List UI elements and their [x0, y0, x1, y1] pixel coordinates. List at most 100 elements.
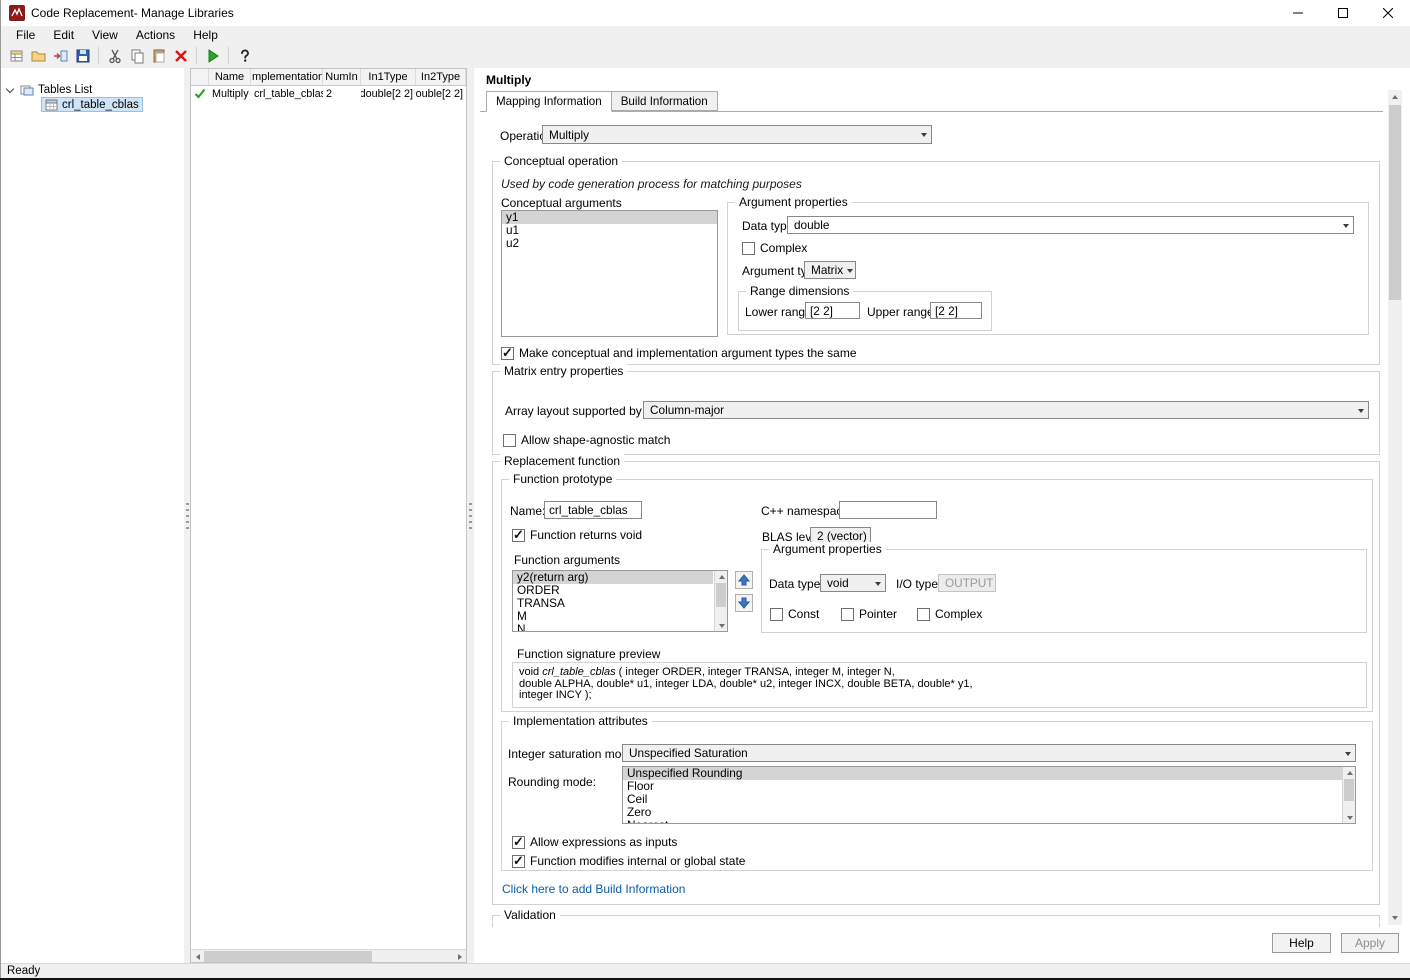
tree-root-tables-list[interactable]: Tables List: [5, 82, 92, 97]
argument-type-select[interactable]: Matrix: [804, 261, 856, 279]
list-item-unspecified-rounding[interactable]: Unspecified Rounding: [623, 767, 1355, 780]
status-bar: Ready: [1, 963, 1410, 978]
close-button[interactable]: [1365, 0, 1410, 26]
toolbar-separator: [196, 47, 197, 64]
delete-button[interactable]: [170, 45, 191, 66]
list-item-zero[interactable]: Zero: [623, 806, 1355, 819]
list-item-y1[interactable]: y1: [502, 211, 717, 224]
minimize-button[interactable]: [1275, 0, 1320, 26]
arg-data-type-select[interactable]: void: [820, 574, 886, 592]
delete-icon: [174, 49, 187, 62]
help-button-toolbar[interactable]: [234, 45, 255, 66]
returns-void-checkbox[interactable]: Function returns void: [512, 527, 642, 543]
paste-button[interactable]: [148, 45, 169, 66]
open-button[interactable]: [28, 45, 49, 66]
scroll-thumb[interactable]: [1344, 779, 1354, 801]
list-item-u2[interactable]: u2: [502, 237, 717, 250]
list-item-n[interactable]: N: [513, 623, 727, 632]
save-button[interactable]: [72, 45, 93, 66]
replacement-function-group: Replacement function Function prototype …: [492, 454, 1380, 905]
list-scrollbar[interactable]: [714, 571, 727, 631]
arg-data-type-label: Data type:: [769, 577, 824, 591]
io-type-select: OUTPUT: [938, 574, 996, 592]
list-item-floor[interactable]: Floor: [623, 780, 1355, 793]
move-argument-up-button[interactable]: [735, 571, 753, 589]
move-argument-down-button[interactable]: [735, 594, 753, 612]
entry-title: Multiply: [486, 73, 532, 87]
horizontal-scrollbar[interactable]: [191, 949, 466, 962]
list-scrollbar[interactable]: [1342, 767, 1355, 823]
column-implementation[interactable]: Implementation: [251, 69, 323, 85]
menu-file[interactable]: File: [7, 27, 44, 43]
apply-button[interactable]: Apply: [1341, 933, 1399, 953]
scroll-thumb[interactable]: [716, 583, 726, 607]
add-build-information-link[interactable]: Click here to add Build Information: [502, 882, 685, 896]
rounding-mode-list[interactable]: Unspecified Rounding Floor Ceil Zero Nea…: [622, 766, 1356, 824]
table-row[interactable]: Multiply crl_table_cblas 2 double[2 2] d…: [191, 86, 466, 101]
column-numin[interactable]: NumIn: [323, 69, 361, 85]
scroll-up-arrow[interactable]: [1343, 767, 1355, 778]
checkbox-box: [512, 527, 525, 543]
window-controls: [1275, 0, 1410, 26]
scroll-down-arrow[interactable]: [1343, 812, 1355, 823]
conceptual-arguments-list[interactable]: y1 u1 u2: [501, 210, 718, 337]
list-item-transa[interactable]: TRANSA: [513, 597, 727, 610]
pointer-checkbox[interactable]: Pointer: [841, 607, 897, 621]
scroll-down-arrow[interactable]: [1388, 911, 1402, 925]
modifies-state-checkbox[interactable]: Function modifies internal or global sta…: [512, 853, 745, 869]
lower-range-field[interactable]: [2 2]: [805, 302, 860, 319]
vertical-scrollbar[interactable]: [1388, 90, 1402, 925]
chevron-down-icon[interactable]: [5, 84, 15, 93]
shape-agnostic-checkbox[interactable]: Allow shape-agnostic match: [503, 433, 670, 447]
validate-button[interactable]: [202, 45, 223, 66]
help-button[interactable]: Help: [1272, 933, 1331, 953]
import-button[interactable]: [50, 45, 71, 66]
column-in2type[interactable]: In2Type: [416, 69, 466, 85]
const-checkbox[interactable]: Const: [770, 607, 819, 621]
array-layout-select[interactable]: Column-major: [643, 401, 1369, 419]
column-in1type[interactable]: In1Type: [361, 69, 416, 85]
list-item-nearest[interactable]: Nearest: [623, 819, 1355, 824]
allow-expressions-checkbox[interactable]: Allow expressions as inputs: [512, 834, 677, 850]
scroll-up-arrow[interactable]: [1388, 90, 1402, 104]
scroll-left-arrow[interactable]: [191, 950, 204, 962]
column-name[interactable]: Name: [209, 69, 251, 85]
splitter-right[interactable]: [467, 68, 474, 963]
list-item-ceil[interactable]: Ceil: [623, 793, 1355, 806]
data-type-select[interactable]: double: [787, 216, 1354, 234]
arg-complex-checkbox[interactable]: Complex: [917, 607, 982, 621]
scroll-down-arrow[interactable]: [715, 620, 727, 631]
scroll-up-arrow[interactable]: [715, 571, 727, 582]
saturation-mode-select[interactable]: Unspecified Saturation: [622, 744, 1356, 762]
same-types-checkbox[interactable]: Make conceptual and implementation argum…: [501, 345, 857, 361]
namespace-field[interactable]: [839, 501, 937, 519]
menu-help[interactable]: Help: [184, 27, 227, 43]
new-library-button[interactable]: [6, 45, 27, 66]
scroll-right-arrow[interactable]: [453, 950, 466, 962]
list-item-m[interactable]: M: [513, 610, 727, 623]
menu-actions[interactable]: Actions: [127, 27, 184, 43]
checkbox-box: [501, 345, 514, 361]
scroll-thumb[interactable]: [204, 951, 372, 962]
tree-item-crl-table-cblas[interactable]: crl_table_cblas: [41, 97, 143, 112]
matrix-entry-properties-group: Matrix entry properties Array layout sup…: [492, 364, 1380, 455]
upper-range-field[interactable]: [2 2]: [930, 302, 982, 319]
operation-select[interactable]: Multiply: [542, 125, 932, 144]
chevron-down-icon: [1358, 408, 1364, 416]
tab-mapping-information[interactable]: Mapping Information: [486, 91, 612, 112]
menu-view[interactable]: View: [83, 27, 127, 43]
menu-edit[interactable]: Edit: [44, 27, 83, 43]
copy-button[interactable]: [126, 45, 147, 66]
toolbar-separator: [98, 47, 99, 64]
column-status[interactable]: [191, 69, 209, 85]
cut-button[interactable]: [104, 45, 125, 66]
tab-build-information[interactable]: Build Information: [610, 91, 718, 111]
maximize-button[interactable]: [1320, 0, 1365, 26]
complex-checkbox[interactable]: Complex: [742, 241, 807, 255]
validation-group: Validation: [492, 908, 1380, 927]
cut-icon: [108, 49, 121, 63]
function-name-field[interactable]: crl_table_cblas: [544, 501, 642, 519]
scroll-thumb[interactable]: [1389, 105, 1401, 300]
function-arguments-list[interactable]: y2(return arg) ORDER TRANSA M N: [512, 570, 728, 632]
list-item-u1[interactable]: u1: [502, 224, 717, 237]
